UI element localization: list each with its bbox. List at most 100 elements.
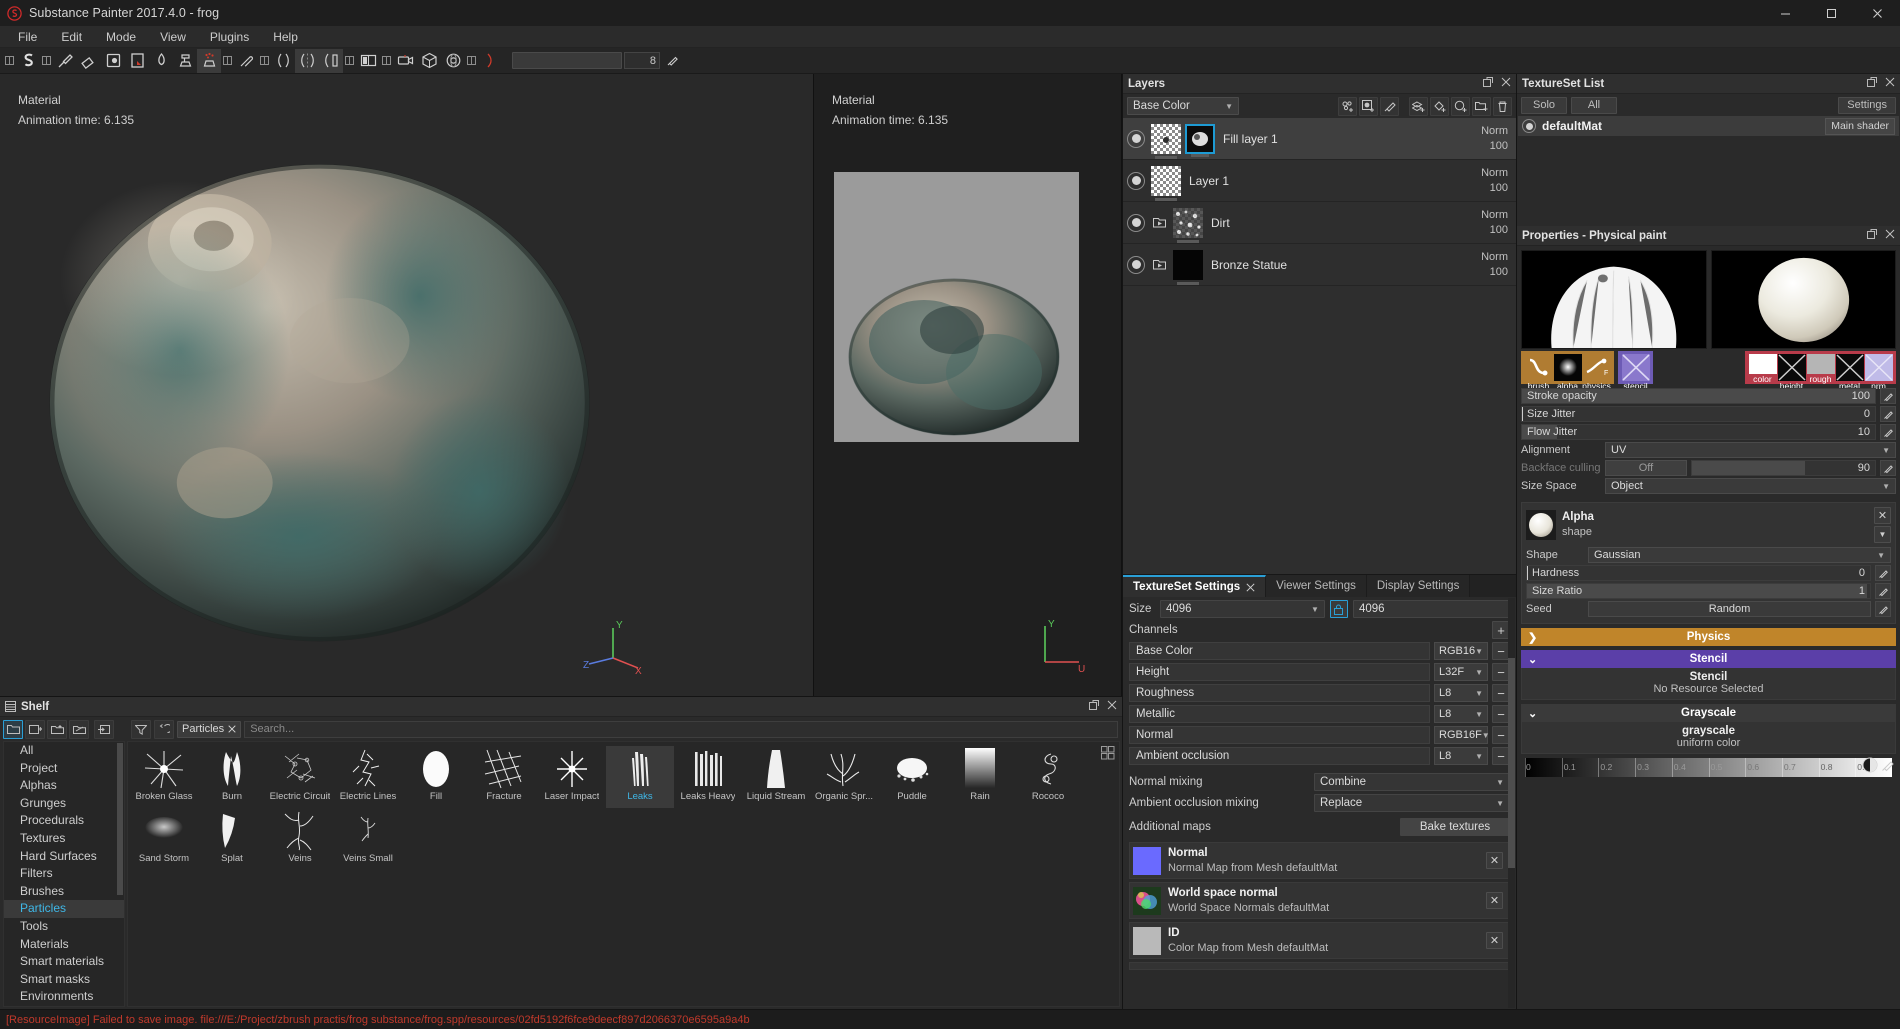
layer-opacity[interactable]: 100: [1490, 265, 1508, 280]
dock-handle-icon[interactable]: [3, 49, 16, 73]
layer-blend-mode[interactable]: Norm: [1481, 208, 1508, 223]
dock-handle-icon[interactable]: [40, 49, 53, 73]
map-row-partial[interactable]: [1129, 962, 1510, 970]
environment-sphere-icon[interactable]: [441, 49, 465, 73]
add-layer-icon[interactable]: [1451, 96, 1470, 116]
swatch-rough[interactable]: rough: [1806, 354, 1835, 384]
symmetry-off-icon[interactable]: [271, 49, 295, 73]
map-remove-button[interactable]: ✕: [1486, 892, 1503, 909]
properties-float-icon[interactable]: [1867, 229, 1877, 242]
shelf-import-resource-icon[interactable]: [25, 719, 45, 739]
shelf-item-fracture[interactable]: Fracture: [470, 746, 538, 808]
map-remove-button[interactable]: ✕: [1486, 932, 1503, 949]
shelf-active-filter-chip[interactable]: Particles: [177, 720, 242, 738]
alpha-shape-select[interactable]: Gaussian ▼: [1588, 547, 1891, 563]
shelf-category-procedurals[interactable]: Procedurals: [4, 812, 124, 830]
camera-icon[interactable]: [393, 49, 417, 73]
channel-format-select[interactable]: RGB16F ▼: [1434, 726, 1490, 744]
shelf-close-icon[interactable]: [1107, 700, 1117, 713]
layer-thumbnail[interactable]: [1151, 123, 1181, 159]
alpha-resource-thumbnail[interactable]: [1526, 510, 1556, 540]
shelf-collapse-icon[interactable]: [94, 719, 114, 739]
layers-close-icon[interactable]: [1501, 77, 1511, 90]
texture-size-height-field[interactable]: 4096: [1352, 600, 1511, 618]
channel-format-select[interactable]: L32F ▼: [1434, 663, 1488, 681]
add-fill-bucket-icon[interactable]: [1430, 96, 1449, 116]
textureset-settings-button[interactable]: Settings: [1838, 96, 1896, 114]
layer-row[interactable]: Dirt Norm 100: [1123, 202, 1516, 244]
shelf-category-project[interactable]: Project: [4, 760, 124, 778]
add-fill-layer-icon[interactable]: [1409, 96, 1428, 116]
map-row[interactable]: Normal Normal Map from Mesh defaultMat ✕: [1129, 842, 1510, 879]
shelf-category-materials[interactable]: Materials: [4, 936, 124, 954]
layer-thumbnail[interactable]: [1151, 165, 1181, 201]
stroke-opacity-slider[interactable]: Stroke opacity 100: [1521, 388, 1876, 404]
swatch-color[interactable]: color: [1748, 354, 1777, 384]
channel-name[interactable]: Roughness: [1129, 684, 1430, 702]
clone-tool-icon[interactable]: [173, 49, 197, 73]
shelf-category-hard-surfaces[interactable]: Hard Surfaces: [4, 848, 124, 866]
shelf-category-grunges[interactable]: Grunges: [4, 795, 124, 813]
layer-name[interactable]: Fill layer 1: [1219, 132, 1481, 146]
add-paint-icon[interactable]: [1380, 96, 1399, 116]
solo-button[interactable]: Solo: [1521, 96, 1567, 114]
alpha-size-ratio-slider[interactable]: Size Ratio 1: [1526, 583, 1871, 599]
shelf-item-leaks-heavy[interactable]: Leaks Heavy: [674, 746, 742, 808]
tab-textureset-settings[interactable]: TextureSet Settings: [1123, 575, 1267, 597]
menu-edit[interactable]: Edit: [49, 27, 94, 47]
layer-row[interactable]: Fill layer 1 Norm 100: [1123, 118, 1516, 160]
menu-plugins[interactable]: Plugins: [198, 27, 261, 47]
shelf-item-electric-circuit[interactable]: Electric Circuit: [266, 746, 334, 808]
alpha-seed-pen-icon[interactable]: [1875, 601, 1891, 617]
shelf-item-splat[interactable]: Splat: [198, 808, 266, 870]
layer-row[interactable]: Layer 1 Norm 100: [1123, 160, 1516, 202]
layer-name[interactable]: Layer 1: [1185, 174, 1481, 188]
channel-name[interactable]: Base Color: [1129, 642, 1430, 660]
add-effect-icon[interactable]: [1338, 96, 1357, 116]
alpha-hardness-pen-icon[interactable]: [1875, 565, 1891, 581]
shelf-category-filters[interactable]: Filters: [4, 865, 124, 883]
layer-blend-mode[interactable]: Norm: [1481, 124, 1508, 139]
projection-tool-icon[interactable]: [101, 49, 125, 73]
eraser-tool-icon[interactable]: [77, 49, 101, 73]
map-row[interactable]: World space normal World Space Normals d…: [1129, 882, 1510, 919]
channel-format-select[interactable]: L8 ▼: [1434, 705, 1488, 723]
brush-size-input[interactable]: 8: [624, 52, 660, 69]
add-black-mask-icon[interactable]: [1359, 96, 1378, 116]
shelf-filter-icon[interactable]: [131, 719, 151, 739]
dock-handle-icon[interactable]: [221, 49, 234, 73]
shelf-category-scrollbar[interactable]: [117, 743, 123, 896]
shelf-float-icon[interactable]: [1089, 700, 1099, 713]
layers-channel-selector[interactable]: Base Color ▼: [1127, 97, 1239, 115]
layer-visibility-toggle[interactable]: [1127, 129, 1145, 148]
shelf-filter-folder-icon[interactable]: [69, 719, 89, 739]
alpha-seed-random-button[interactable]: Random: [1588, 601, 1871, 617]
shelf-item-sand-storm[interactable]: Sand Storm: [130, 808, 198, 870]
shelf-item-electric-lines[interactable]: Electric Lines: [334, 746, 402, 808]
viewport-3d[interactable]: Material Animation time: 6.135 Y X Z: [0, 74, 814, 697]
flow-jitter-slider[interactable]: Flow Jitter 10: [1521, 424, 1876, 440]
add-folder-icon[interactable]: [1472, 96, 1491, 116]
view-3d-2d-split-icon[interactable]: [356, 49, 380, 73]
minimize-button[interactable]: [1762, 0, 1808, 26]
grayscale-pen-icon[interactable]: [1880, 757, 1896, 776]
shelf-category-particles[interactable]: Particles: [4, 900, 124, 919]
dock-handle-icon[interactable]: [380, 49, 393, 73]
menu-view[interactable]: View: [148, 27, 198, 47]
size-space-select[interactable]: Object ▼: [1605, 478, 1896, 494]
shelf-item-organic-spray[interactable]: Organic Spr...: [810, 746, 878, 808]
layer-name[interactable]: Bronze Statue: [1207, 258, 1481, 272]
viewport-2d[interactable]: Material Animation time: 6.135 Y U: [814, 74, 1122, 697]
delete-layer-icon[interactable]: [1493, 96, 1512, 116]
textureset-row[interactable]: defaultMat Main shader: [1518, 116, 1899, 136]
alpha-hardness-slider[interactable]: Hardness 0: [1526, 565, 1871, 581]
map-row[interactable]: ID Color Map from Mesh defaultMat ✕: [1129, 922, 1510, 959]
layer-group-expand-icon[interactable]: [1151, 217, 1170, 229]
shelf-item-veins[interactable]: Veins: [266, 808, 334, 870]
shelf-item-veins-small[interactable]: Veins Small: [334, 808, 402, 870]
swatch-physics[interactable]: F physics: [1582, 354, 1611, 391]
polygon-fill-tool-icon[interactable]: [125, 49, 149, 73]
dock-handle-icon[interactable]: [343, 49, 356, 73]
shelf-item-liquid-stream[interactable]: Liquid Stream: [742, 746, 810, 808]
stencil-section-body[interactable]: Stencil No Resource Selected: [1521, 668, 1896, 700]
